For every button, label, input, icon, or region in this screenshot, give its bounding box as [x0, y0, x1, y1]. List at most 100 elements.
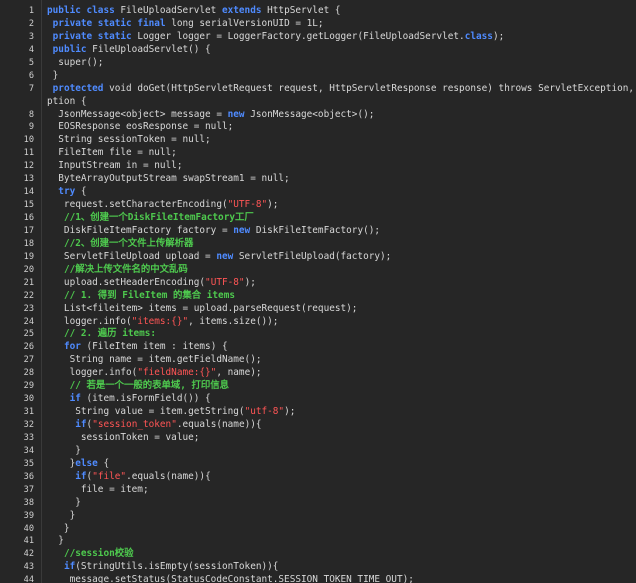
line-text: public class FileUploadServlet extends H…	[47, 5, 341, 18]
code-token: "items:{}"	[131, 315, 189, 327]
code-line: 41 }	[0, 535, 636, 548]
line-text: try {	[47, 186, 86, 199]
code-token: FileUploadServlet() {	[92, 43, 211, 55]
line-text: super();	[47, 57, 103, 70]
line-text: ption {	[47, 96, 87, 109]
code-line: 17 DiskFileItemFactory factory = new Dis…	[0, 225, 636, 238]
code-line: 40 }	[0, 523, 636, 536]
code-token: "file"	[92, 470, 127, 482]
code-token: // 2. 遍历 items:	[63, 328, 157, 340]
line-text: // 2. 遍历 items:	[47, 328, 156, 341]
line-number: 28	[23, 368, 34, 379]
line-number: 10	[23, 135, 34, 146]
code-line: 32 if("session_token".equals(name)){	[0, 419, 636, 432]
code-line: 25 // 2. 遍历 items:	[0, 328, 636, 341]
code-token: , name);	[216, 367, 262, 379]
code-line: 12 InputStream in = null;	[0, 160, 636, 173]
line-number: 33	[23, 432, 34, 443]
code-line: 3 private static Logger logger = LoggerF…	[0, 31, 636, 44]
code-token: String name = item.getFieldName();	[47, 354, 262, 366]
code-token: ByteArrayOutputStream swapStream1 = null…	[47, 173, 290, 185]
code-token: String sessionToken = null;	[47, 134, 211, 146]
line-text: InputStream in = null;	[47, 160, 182, 173]
code-token: long serialVersionUID = 1L;	[171, 17, 324, 29]
code-token: (StringUtils.isEmpty(sessionToken)){	[75, 561, 279, 573]
code-token: //解决上传文件名的中文乱码	[63, 263, 188, 275]
code-line: 2 private static final long serialVersio…	[0, 18, 636, 31]
code-token: if	[63, 561, 76, 573]
code-token: JsonMessage<object> message =	[47, 108, 228, 120]
line-number: 34	[23, 445, 34, 456]
line-text: String sessionToken = null;	[47, 134, 211, 147]
code-token: ption {	[47, 95, 87, 107]
line-text: for (FileItem item : items) {	[47, 341, 228, 354]
code-token: logger.info(	[47, 367, 138, 379]
line-number: 41	[23, 536, 34, 547]
line-number: 18	[23, 238, 34, 249]
code-line: 20 //解决上传文件名的中文乱码	[0, 264, 636, 277]
code-token: sessionToken = value;	[47, 431, 200, 443]
line-number: 30	[23, 394, 34, 405]
code-line: 44 message.setStatus(StatusCodeConstant.…	[0, 574, 636, 583]
line-number: 26	[23, 342, 34, 353]
line-number: 2	[28, 18, 34, 29]
code-token: message.setStatus(StatusCodeConstant.SES…	[47, 574, 414, 583]
line-number: 38	[23, 497, 34, 508]
code-token: }	[47, 457, 76, 469]
line-number: 24	[23, 316, 34, 327]
code-line: 27 String name = item.getFieldName();	[0, 354, 636, 367]
line-number: 3	[28, 31, 34, 42]
line-text: ByteArrayOutputStream swapStream1 = null…	[47, 173, 290, 186]
code-token: }	[47, 509, 76, 521]
code-token: Logger logger = LoggerFactory.getLogger(…	[137, 30, 465, 42]
code-editor[interactable]: 1 public class FileUploadServlet extends …	[0, 0, 636, 583]
line-text: }	[47, 509, 76, 523]
line-number: 19	[23, 251, 34, 262]
line-text: if (item.isFormField()) {	[47, 393, 211, 406]
code-token: ServletFileUpload(factory);	[238, 250, 392, 262]
line-text: //2、创建一个文件上传解析器	[47, 238, 193, 251]
code-token: //session校验	[63, 548, 134, 560]
code-token: }	[47, 496, 81, 508]
line-text: message.setStatus(StatusCodeConstant.SES…	[47, 574, 414, 583]
code-token: , items.size());	[188, 315, 279, 327]
code-line: 42 //session校验	[0, 548, 636, 561]
code-token: "UTF-8"	[205, 276, 245, 288]
line-text: logger.info("items:{}", items.size());	[47, 315, 279, 329]
code-token: );	[244, 276, 256, 288]
line-number: 22	[23, 290, 34, 301]
code-token: ServletFileUpload upload =	[47, 250, 217, 262]
line-number: 21	[23, 277, 34, 288]
code-token: if	[75, 419, 87, 430]
code-token: (FileItem item : items) {	[86, 341, 228, 353]
code-token: "utf-8"	[244, 406, 285, 418]
line-text: }	[47, 535, 64, 548]
code-token: else	[75, 457, 104, 469]
code-line: 11 FileItem file = null;	[0, 147, 636, 160]
code-line: 6 }	[0, 70, 636, 83]
line-text: request.setCharacterEncoding("UTF-8");	[47, 199, 279, 212]
line-number: 5	[28, 57, 34, 68]
code-token: );	[267, 199, 279, 211]
code-line: 30 if (item.isFormField()) {	[0, 393, 636, 406]
code-token: .equals(name)){	[126, 470, 211, 482]
line-text: ServletFileUpload upload = new ServletFi…	[47, 251, 391, 264]
code-line: 33 sessionToken = value;	[0, 432, 636, 445]
code-line: 9 EOSResponse eosResponse = null;	[0, 121, 636, 134]
code-area[interactable]: 1 public class FileUploadServlet extends …	[0, 5, 636, 583]
line-number: 17	[23, 225, 34, 236]
line-number: 37	[23, 484, 34, 495]
code-token: EOSResponse eosResponse = null;	[47, 121, 234, 133]
code-token: (item.isFormField()) {	[86, 393, 211, 405]
code-token: void doGet(HttpServletRequest request, H…	[109, 82, 636, 94]
code-line: 31 String value = item.getString("utf-8"…	[0, 406, 636, 419]
